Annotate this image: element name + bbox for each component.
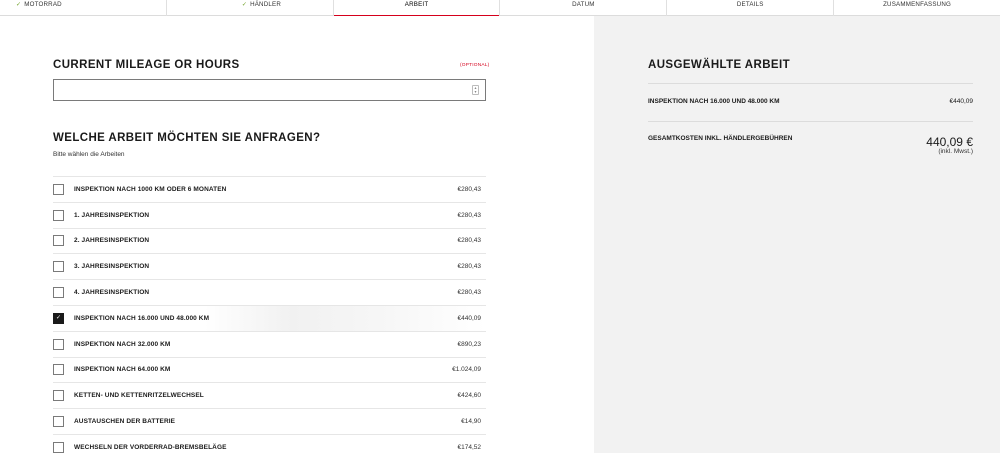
work-item-price: €280,43	[457, 211, 482, 219]
mileage-input[interactable]: ▴ ▾	[53, 79, 486, 101]
work-item-label: Austauschen der Batterie	[74, 418, 176, 426]
work-item-label: Wechseln der Vorderrad-Bremsbeläge	[74, 443, 227, 451]
checkbox[interactable]	[53, 416, 64, 428]
work-item-5[interactable]: ✓ Inspektion nach 16.000 und 48.000 km €…	[53, 304, 486, 331]
work-item-3[interactable]: 3. Jahresinspektion €280,43	[53, 253, 486, 279]
check-icon: ✓	[16, 1, 22, 8]
number-stepper-icon[interactable]: ▴ ▾	[472, 85, 479, 95]
optional-label: (OPTIONAL)	[460, 63, 490, 68]
checkmark-icon: ✓	[55, 315, 62, 322]
work-item-1[interactable]: 1. Jahresinspektion €280,43	[53, 201, 486, 228]
step-zusammenfassung[interactable]: Zusammenfassung	[834, 0, 1000, 16]
work-item-label: 4. Jahresinspektion	[74, 289, 150, 297]
step-navigation: ✓ Motorrad ✓ Händler Arbeit Datum Details …	[0, 0, 1000, 17]
work-item-label: 3. Jahresinspektion	[74, 263, 150, 271]
work-item-7[interactable]: Inspektion nach 64.000 km €1.024,09	[53, 356, 486, 383]
work-item-price: €890,23	[457, 340, 482, 348]
work-item-price: €424,60	[457, 392, 482, 400]
work-item-price: €1.024,09	[452, 366, 481, 374]
work-item-label: Ketten- und Kettenritzelwechsel	[74, 392, 204, 400]
checkbox[interactable]	[53, 235, 64, 247]
summary-title: Ausgewählte Arbeit	[648, 59, 790, 71]
work-item-label: Inspektion nach 1000 km oder 6 Monaten	[74, 185, 227, 193]
work-item-label: Inspektion nach 32.000 km	[74, 340, 171, 348]
step-label: Datum	[572, 1, 595, 8]
step-datum[interactable]: Datum	[500, 0, 668, 16]
work-item-price: €280,43	[457, 263, 482, 271]
vat-note: (inkl. Mwst.)	[938, 148, 973, 155]
work-item-price: €280,43	[457, 289, 482, 297]
checkbox[interactable]	[53, 261, 64, 273]
checkbox[interactable]	[53, 209, 64, 221]
summary-item-label: Inspektion nach 16.000 und 48.000 km	[648, 98, 780, 105]
step-label: Motorrad	[24, 1, 62, 8]
work-item-price: €174,52	[457, 443, 482, 451]
work-item-6[interactable]: Inspektion nach 32.000 km €890,23	[53, 330, 486, 357]
step-details[interactable]: Details	[667, 0, 835, 16]
work-item-label: 2. Jahresinspektion	[74, 237, 150, 245]
work-item-10[interactable]: Wechseln der Vorderrad-Bremsbeläge €174,…	[53, 433, 486, 453]
step-label: Details	[736, 1, 764, 8]
work-item-0[interactable]: Inspektion nach 1000 km oder 6 Monaten €…	[53, 176, 486, 202]
checkbox[interactable]	[53, 390, 64, 402]
step-motorrad[interactable]: ✓ Motorrad	[0, 0, 167, 16]
check-icon: ✓	[241, 1, 248, 8]
step-label: Händler	[250, 1, 282, 8]
work-item-label: Inspektion nach 64.000 km	[74, 366, 171, 374]
work-item-price: €14,90	[461, 418, 481, 426]
checkbox[interactable]	[53, 338, 64, 350]
checkbox-checked[interactable]: ✓	[53, 312, 64, 324]
checkbox[interactable]	[53, 183, 64, 195]
work-item-price: €280,43	[457, 237, 482, 245]
step-label: Arbeit	[404, 1, 429, 8]
checkbox[interactable]	[53, 441, 64, 453]
work-item-8[interactable]: Ketten- und Kettenritzelwechsel €424,60	[53, 382, 486, 408]
divider	[648, 121, 973, 122]
work-item-price: €280,43	[457, 185, 482, 193]
work-item-label: 1. Jahresinspektion	[74, 211, 150, 219]
work-item-label: Inspektion nach 16.000 und 48.000 km	[74, 314, 210, 322]
work-item-4[interactable]: 4. Jahresinspektion €280,43	[53, 279, 486, 305]
total-price: 440,09 €	[926, 135, 973, 149]
work-item-9[interactable]: Austauschen der Batterie €14,90	[53, 408, 486, 434]
work-list: Inspektion nach 1000 km oder 6 Monaten €…	[53, 176, 486, 453]
step-label: Zusammenfassung	[883, 1, 952, 8]
step-haendler[interactable]: ✓ Händler	[167, 0, 334, 16]
work-title: Welche Arbeit möchten Sie anfragen?	[53, 132, 321, 144]
mileage-title: Current Mileage or Hours	[53, 59, 240, 71]
total-label: Gesamtkosten inkl. Händlergebühren	[648, 135, 793, 142]
summary-item-price: €440,09	[949, 98, 974, 105]
work-item-2[interactable]: 2. Jahresinspektion €280,43	[53, 227, 486, 254]
work-item-price: €440,09	[457, 314, 482, 322]
work-subtitle: Bitte wählen die Arbeiten	[53, 151, 125, 158]
divider	[648, 83, 973, 84]
summary-panel: Ausgewählte Arbeit Inspektion nach 16.00…	[594, 16, 1000, 453]
work-selection-panel: Current Mileage or Hours (OPTIONAL) ▴ ▾ W…	[0, 16, 594, 453]
step-arbeit[interactable]: Arbeit	[333, 0, 501, 17]
checkbox[interactable]	[53, 287, 64, 299]
checkbox[interactable]	[53, 364, 64, 376]
